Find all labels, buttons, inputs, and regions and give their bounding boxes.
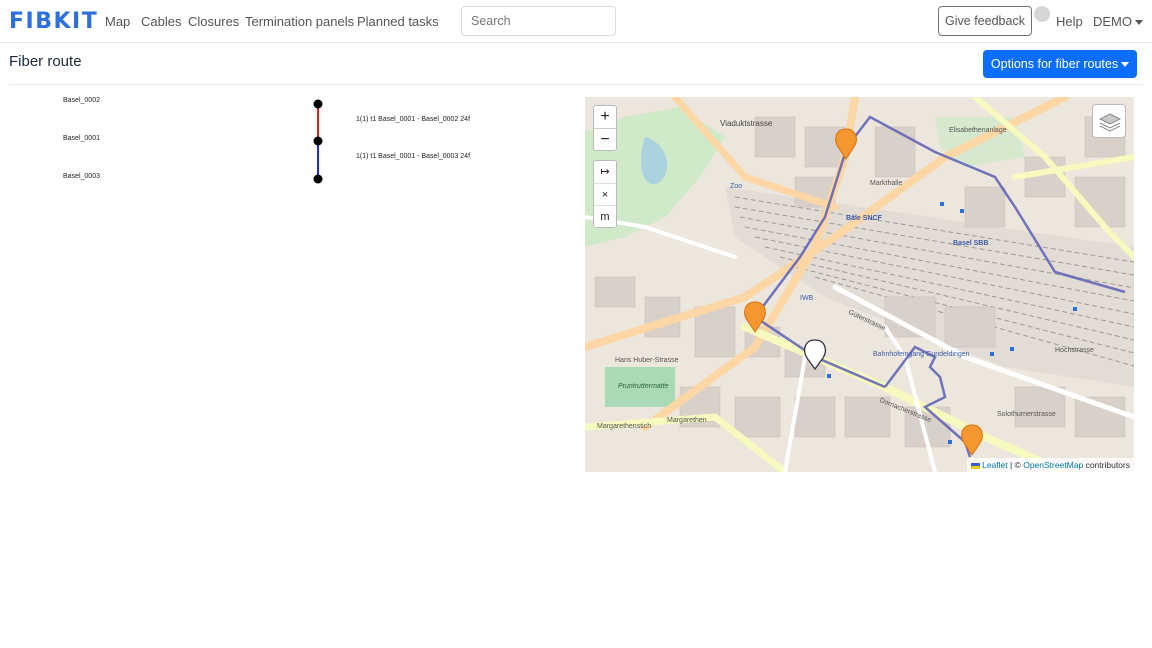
map-label-basel-sbb: Basel SBB: [953, 240, 989, 247]
ukraine-flag-icon: [970, 462, 980, 469]
node-label-basel-0001: Basel_0001: [63, 135, 100, 142]
nav-termination-panels[interactable]: Termination panels: [245, 14, 354, 29]
node-label-basel-0002: Basel_0002: [63, 97, 100, 104]
map-label-markthalle: Markthalle: [870, 180, 903, 187]
brand-logo[interactable]: FIBKIT: [9, 9, 98, 34]
zoom-out-button[interactable]: −: [594, 128, 616, 150]
map-label-margarethenstich: Margarethenstich: [597, 423, 652, 430]
zoom-control: + −: [593, 105, 617, 151]
map-label-solothurnerstrasse: Solothurnerstrasse: [997, 411, 1056, 418]
leaflet-link[interactable]: Leaflet: [982, 460, 1008, 470]
measure-distance-button[interactable]: ↦: [594, 161, 616, 183]
measure-tools: ↦ × m: [593, 160, 617, 228]
nav-cables[interactable]: Cables: [141, 14, 181, 29]
route-node-basel-0003[interactable]: [313, 174, 323, 184]
user-menu[interactable]: DEMO: [1093, 14, 1143, 29]
measure-unit-button[interactable]: m: [594, 205, 616, 227]
nav-planned-tasks[interactable]: Planned tasks: [357, 14, 439, 29]
map-label-bale-sncf: Bâle SNCF: [846, 215, 882, 222]
chevron-down-icon: [1135, 20, 1143, 26]
route-node-basel-0002[interactable]: [313, 99, 323, 109]
clear-measure-button[interactable]: ×: [594, 183, 616, 205]
route-node-basel-0001[interactable]: [313, 136, 323, 146]
osm-link[interactable]: OpenStreetMap: [1023, 460, 1083, 470]
map-label-pruntruttermatte: Pruntruttermatte: [618, 383, 669, 390]
nav-map[interactable]: Map: [105, 14, 130, 29]
options-fiber-routes-button[interactable]: Options for fiber routes: [983, 50, 1137, 78]
cable-label-0001-0003[interactable]: 1(1) t1 Basel_0001 - Basel_0003 24f: [356, 153, 470, 160]
user-name: DEMO: [1093, 14, 1132, 29]
map-attribution: Leaflet | © OpenStreetMap contributors: [966, 458, 1134, 472]
nav-closures[interactable]: Closures: [188, 14, 239, 29]
top-navbar: FIBKIT Map Cables Closures Termination p…: [0, 0, 1152, 43]
fiber-route-diagram: Basel_0002 Basel_0001 Basel_0003 1(1) t1…: [0, 85, 580, 205]
zoom-in-button[interactable]: +: [594, 106, 616, 128]
map-label-zoo: Zoo: [730, 183, 743, 190]
options-label: Options for fiber routes: [990, 57, 1119, 71]
map-label-iwb: IWB: [800, 295, 814, 302]
layers-icon: [1098, 113, 1122, 132]
page-title: Fiber route: [9, 53, 82, 70]
attribution-suffix: contributors: [1083, 460, 1130, 470]
notification-avatar[interactable]: [1034, 6, 1050, 22]
chevron-down-icon: [1121, 62, 1130, 68]
map-label-margarethen: Margarethen: [667, 417, 707, 424]
route-graph: [313, 99, 323, 184]
map-label-viaduktstrasse: Viaduktstrasse: [720, 119, 773, 128]
attribution-sep: | ©: [1007, 460, 1024, 470]
map-view[interactable]: Viaduktstrasse Elisabethenanlage Marktha…: [585, 97, 1134, 472]
nav-help[interactable]: Help: [1056, 14, 1083, 29]
map-label-gundeldingen: Bahnhofeingang Gundeldingen: [873, 351, 970, 358]
map-label-elisabethenanlage: Elisabethenanlage: [949, 127, 1007, 134]
map-label-hochstrasse: Hochstrasse: [1055, 347, 1094, 354]
layers-button[interactable]: [1092, 104, 1126, 138]
search-input[interactable]: [461, 6, 616, 36]
map-label-hans-huber: Hans Huber-Strasse: [615, 357, 679, 364]
cable-label-0001-0002[interactable]: 1(1) t1 Basel_0001 - Basel_0002 24f: [356, 116, 470, 123]
give-feedback-button[interactable]: Give feedback: [938, 6, 1032, 36]
node-label-basel-0003: Basel_0003: [63, 173, 100, 180]
